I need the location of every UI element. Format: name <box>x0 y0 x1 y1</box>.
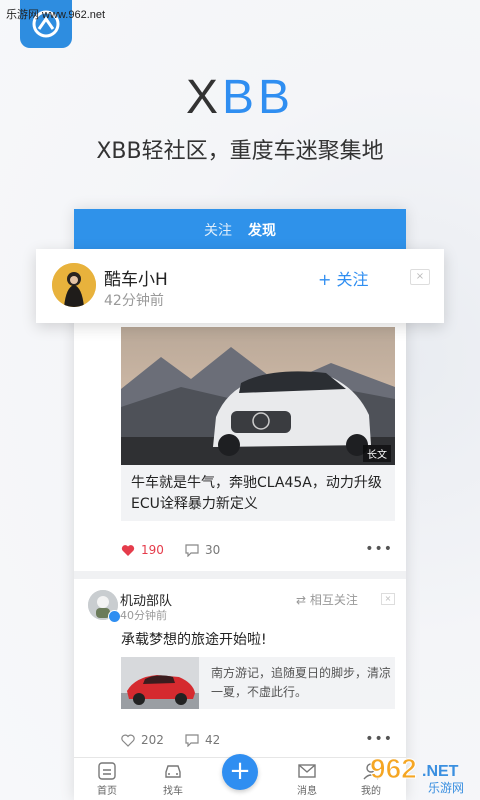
svg-text:.NET: .NET <box>422 763 459 780</box>
post-text[interactable]: 承载梦想的旅途开始啦! <box>121 629 267 649</box>
long-article-badge: 长文 <box>363 445 391 462</box>
close-icon[interactable]: × <box>381 593 395 605</box>
brand-title: XBB <box>0 70 480 125</box>
like-count: 190 <box>141 543 164 557</box>
avatar[interactable] <box>52 263 96 307</box>
post-title[interactable]: 牛车就是牛气，奔驰CLA45A，动力升级ECU诠释暴力新定义 <box>121 465 395 521</box>
avatar-image <box>52 263 96 307</box>
comment-count: 42 <box>205 733 221 747</box>
post-time: 40分钟前 <box>120 609 167 622</box>
follow-button[interactable]: + 关注 <box>318 266 369 290</box>
site-watermark-logo: 962 .NET 乐游网 <box>368 748 476 796</box>
post-cover-image[interactable]: 长文 <box>121 327 395 465</box>
close-icon[interactable]: × <box>410 269 430 285</box>
tab-following[interactable]: 关注 <box>204 220 232 240</box>
post-time: 42分钟前 <box>104 293 164 309</box>
mail-icon <box>298 764 316 778</box>
comment-icon <box>185 733 199 747</box>
tab-label: 找车 <box>163 786 183 797</box>
tab-messages[interactable]: 消息 <box>282 762 332 797</box>
like-count: 202 <box>141 733 164 747</box>
heart-icon <box>121 544 135 556</box>
comment-button[interactable]: 30 <box>185 543 220 557</box>
car-icon <box>165 765 181 778</box>
suggested-user-card[interactable]: 酷车小H 42分钟前 + 关注 × <box>36 249 444 323</box>
link-card[interactable]: 南方游记，追随夏日的脚步，清凉一夏，不虚此行。 <box>121 657 395 709</box>
home-icon <box>98 762 116 780</box>
tab-discover[interactable]: 发现 <box>248 220 276 240</box>
more-button[interactable]: ••• <box>365 541 393 557</box>
user-name[interactable]: 酷车小H <box>104 265 168 290</box>
tab-home[interactable]: 首页 <box>82 762 132 797</box>
more-button[interactable]: ••• <box>365 731 393 747</box>
watermark-logo: 962 .NET 乐游网 <box>370 753 465 796</box>
link-text: 南方游记，追随夏日的脚步，清凉一夏，不虚此行。 <box>211 666 392 699</box>
svg-text:962: 962 <box>370 753 417 784</box>
site-watermark: 乐游网 www.962.net <box>6 9 106 21</box>
post-actions: 190 30 ••• <box>121 541 395 563</box>
bottom-tab-bar: 首页 找车 + 消息 我的 <box>74 754 406 800</box>
comment-count: 30 <box>205 543 221 557</box>
comment-icon <box>185 543 199 557</box>
comment-button[interactable]: 42 <box>185 733 220 747</box>
tab-label: 首页 <box>97 786 117 797</box>
tab-find-car[interactable]: 找车 <box>148 762 198 797</box>
tab-label: 消息 <box>297 786 317 797</box>
link-thumbnail <box>121 657 199 709</box>
top-tabs: 关注 发现 <box>74 209 406 249</box>
post-divider <box>74 571 406 579</box>
tagline: XBB轻社区，重度车迷聚集地 <box>96 139 384 164</box>
like-button[interactable]: 202 <box>121 733 164 747</box>
car-photo <box>121 327 395 465</box>
red-car-photo <box>121 657 199 709</box>
add-post-button[interactable]: + <box>222 754 258 790</box>
like-button[interactable]: 190 <box>121 543 164 557</box>
heart-icon <box>121 734 135 747</box>
brand-bb: BB <box>221 71 295 124</box>
post-actions: 202 42 ••• <box>121 731 395 753</box>
brand-x: X <box>185 71 222 124</box>
mutual-follow-button[interactable]: ⇄ 相互关注 <box>296 591 358 608</box>
svg-text:乐游网: 乐游网 <box>428 781 464 795</box>
